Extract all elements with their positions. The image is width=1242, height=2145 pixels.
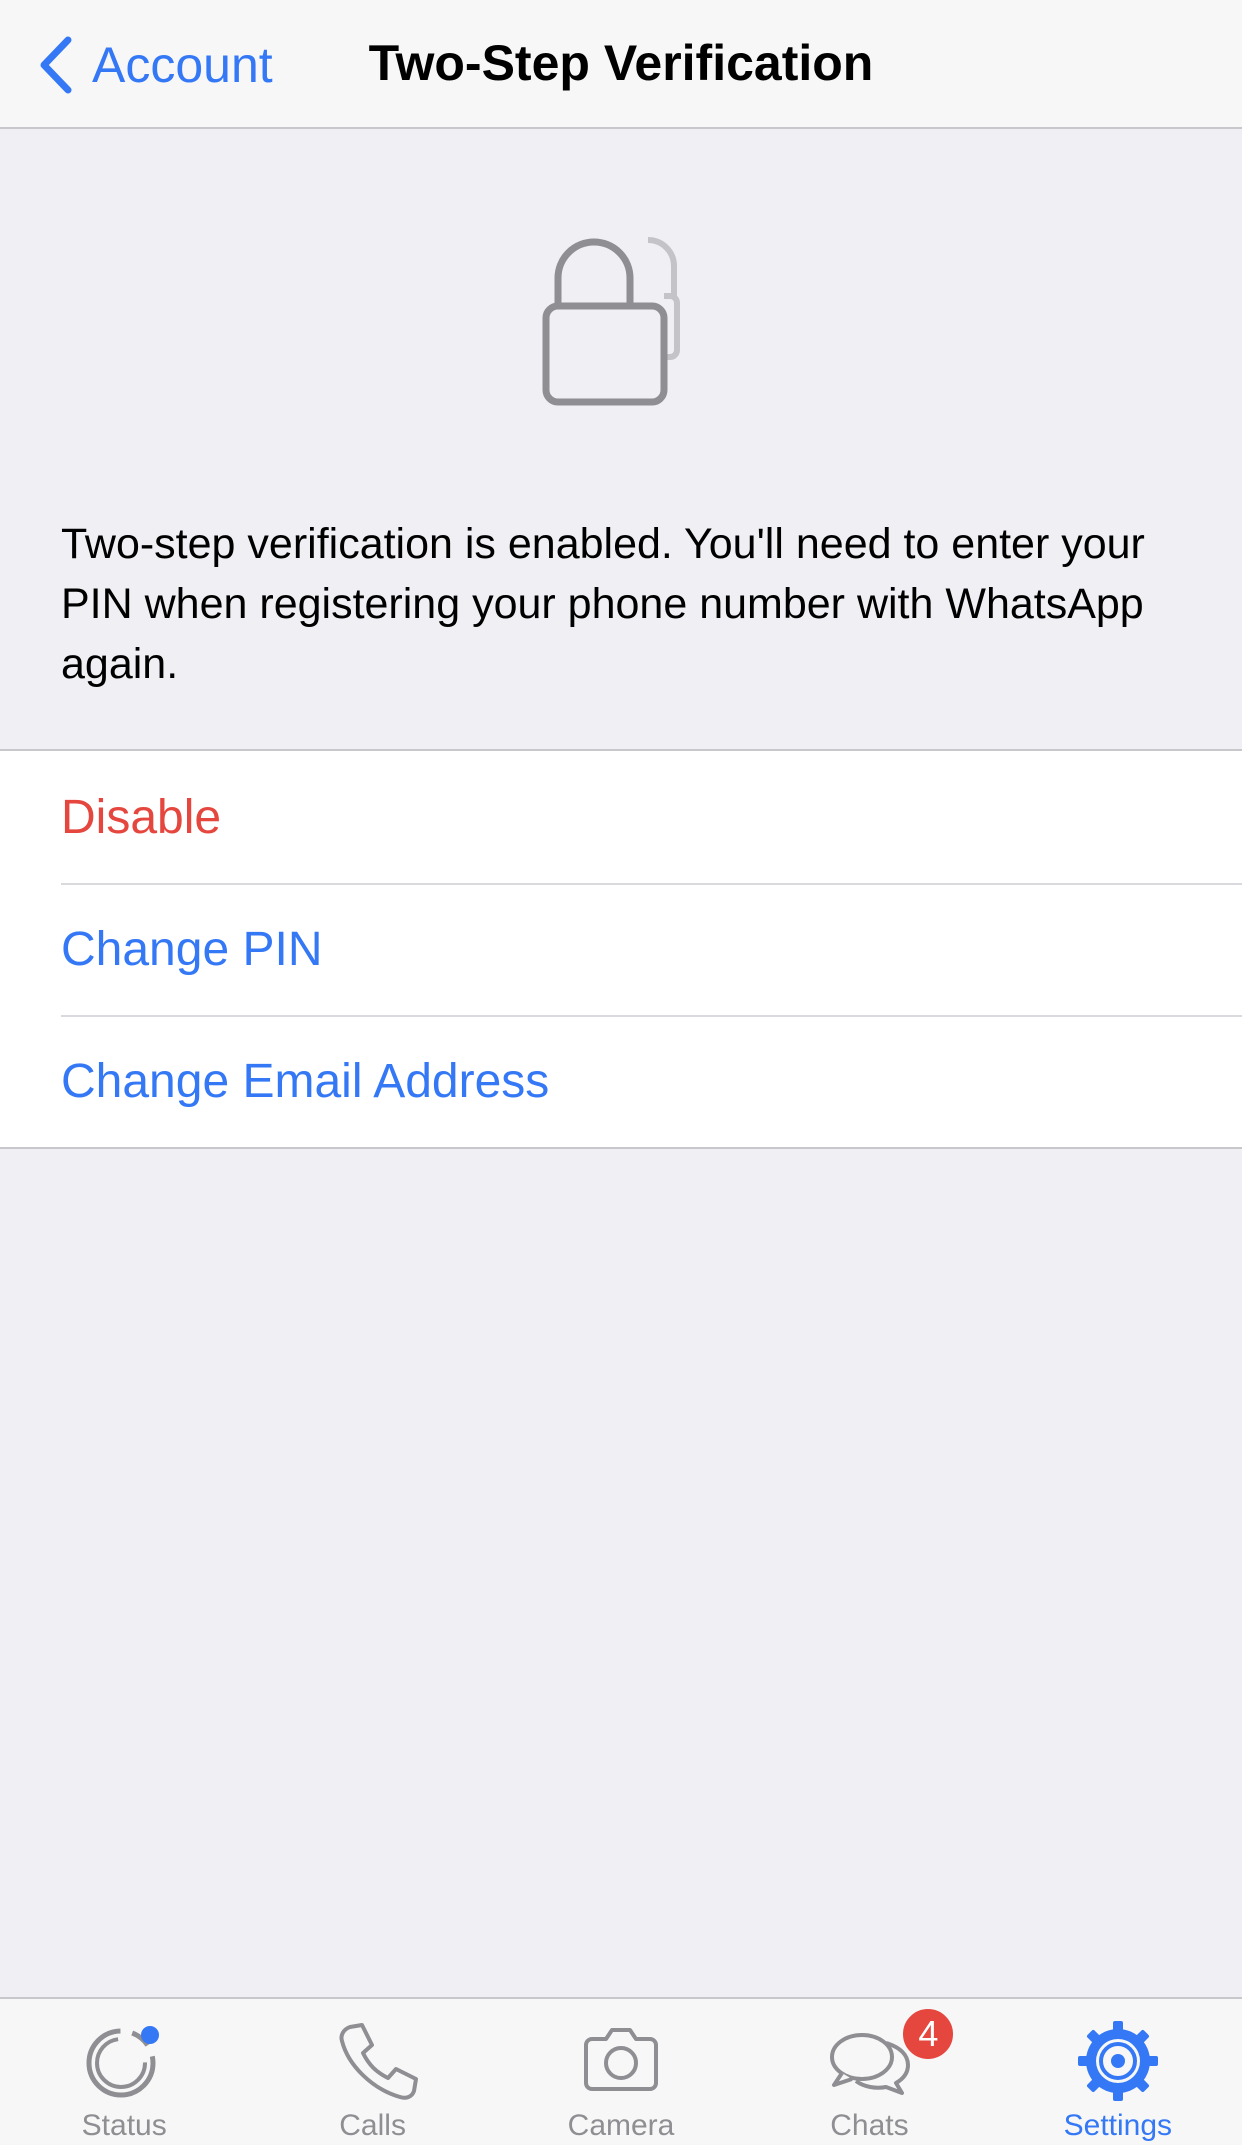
camera-icon [584, 2028, 659, 2091]
change-pin-button[interactable]: Change PIN [0, 883, 1242, 1015]
tab-status[interactable]: Status [0, 1999, 248, 2145]
phone-icon [339, 2023, 418, 2100]
gear-icon [1077, 2021, 1158, 2101]
unread-badge: 4 [901, 2007, 956, 2061]
tab-status-label: Status [81, 2109, 167, 2142]
lock-illustration-icon [536, 230, 706, 410]
verification-description: Two-step verification is enabled. You'll… [61, 520, 1145, 688]
page-title: Two-Step Verification [368, 35, 874, 91]
navigation-bar: Account Two-Step Verification [0, 0, 1242, 129]
disable-button[interactable]: Disable [0, 751, 1242, 883]
tab-calls-label: Calls [339, 2109, 406, 2142]
tab-chats-label: Chats [830, 2109, 909, 2142]
tab-bar: Status Calls Camera 4 Chats Settings [0, 1997, 1242, 2145]
tab-settings[interactable]: Settings [994, 1999, 1242, 2145]
tab-chats[interactable]: 4 Chats [745, 1999, 993, 2145]
tab-camera-label: Camera [567, 2109, 675, 2142]
tab-camera[interactable]: Camera [497, 1999, 745, 2145]
status-icon [86, 2026, 160, 2098]
tab-calls[interactable]: Calls [248, 1999, 496, 2145]
actions-list: Disable Change PIN Change Email Address [0, 749, 1242, 1149]
change-email-button[interactable]: Change Email Address [0, 1015, 1242, 1147]
tab-settings-label: Settings [1063, 2109, 1173, 2142]
